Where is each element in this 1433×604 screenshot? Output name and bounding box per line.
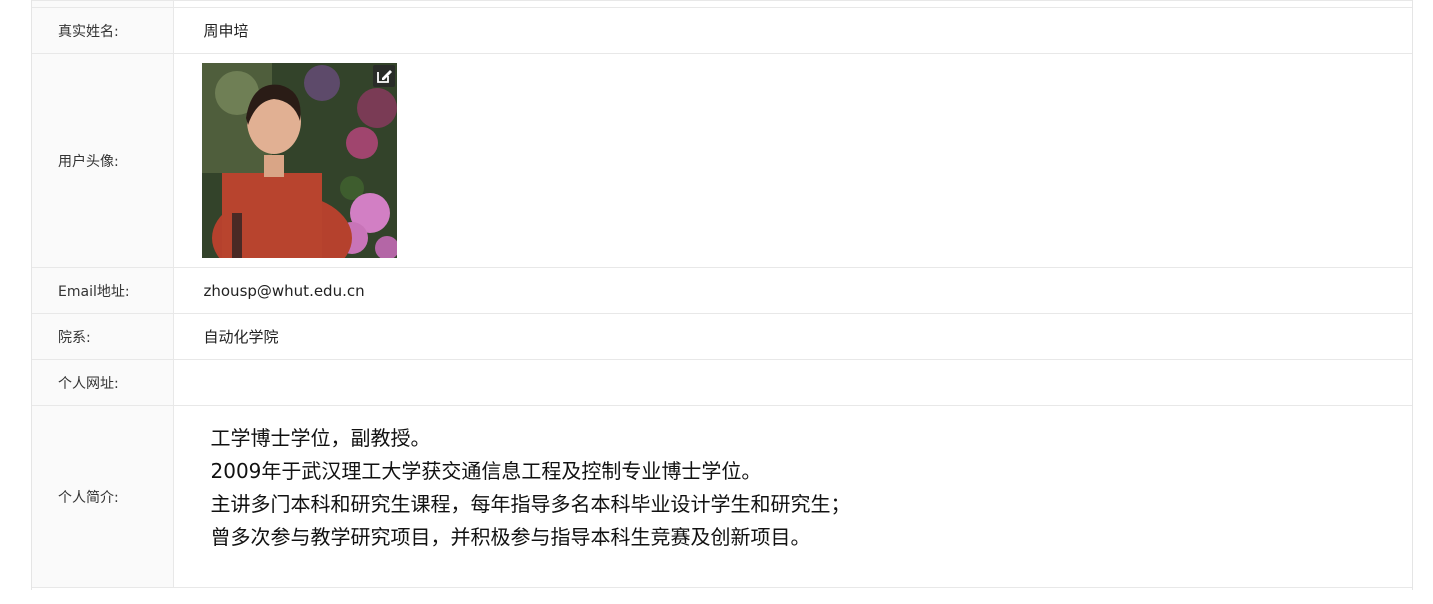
profile-panel: 真实姓名: 周申培 用户头像: Email地址: zhousp@whut.edu… [31, 0, 1413, 590]
bio-label: 个人简介: [32, 405, 174, 588]
table-row-avatar: 用户头像: [32, 53, 1412, 268]
avatar-photo [201, 63, 397, 258]
avatar[interactable] [201, 63, 397, 258]
bio-line: 2009年于武汉理工大学获交通信息工程及控制专业博士学位。 [210, 458, 762, 483]
homepage-value [173, 359, 1412, 406]
table-row-homepage: 个人网址: [32, 359, 1412, 406]
table-row-bio: 个人简介: 工学博士学位，副教授。 2009年于武汉理工大学获交通信息工程及控制… [32, 405, 1413, 588]
real-name-label: 真实姓名: [32, 7, 174, 54]
bio-line: 主讲多门本科和研究生课程，每年指导多名本科毕业设计学生和研究生； [210, 491, 851, 516]
table-row-department: 院系: 自动化学院 [32, 313, 1412, 360]
bio-text: 工学博士学位，副教授。 2009年于武汉理工大学获交通信息工程及控制专业博士学位… [204, 422, 1413, 554]
bio-line: 工学博士学位，副教授。 [210, 425, 431, 450]
table-row-email: Email地址: zhousp@whut.edu.cn [32, 267, 1412, 314]
email-value: zhousp@whut.edu.cn [203, 281, 365, 300]
homepage-label: 个人网址: [32, 359, 174, 406]
table-row-real-name: 真实姓名: 周申培 [32, 7, 1412, 54]
edit-icon[interactable] [372, 65, 395, 87]
department-label: 院系: [32, 313, 174, 360]
department-value: 自动化学院 [173, 313, 1412, 360]
avatar-label: 用户头像: [32, 53, 174, 268]
table-top-spacer [32, 0, 1412, 8]
bio-line: 曾多次参与教学研究项目，并积极参与指导本科生竞赛及创新项目。 [210, 524, 811, 549]
profile-table: 真实姓名: 周申培 用户头像: Email地址: zhousp@whut.edu… [32, 0, 1412, 588]
email-label: Email地址: [32, 267, 174, 314]
real-name-value: 周申培 [173, 7, 1412, 54]
